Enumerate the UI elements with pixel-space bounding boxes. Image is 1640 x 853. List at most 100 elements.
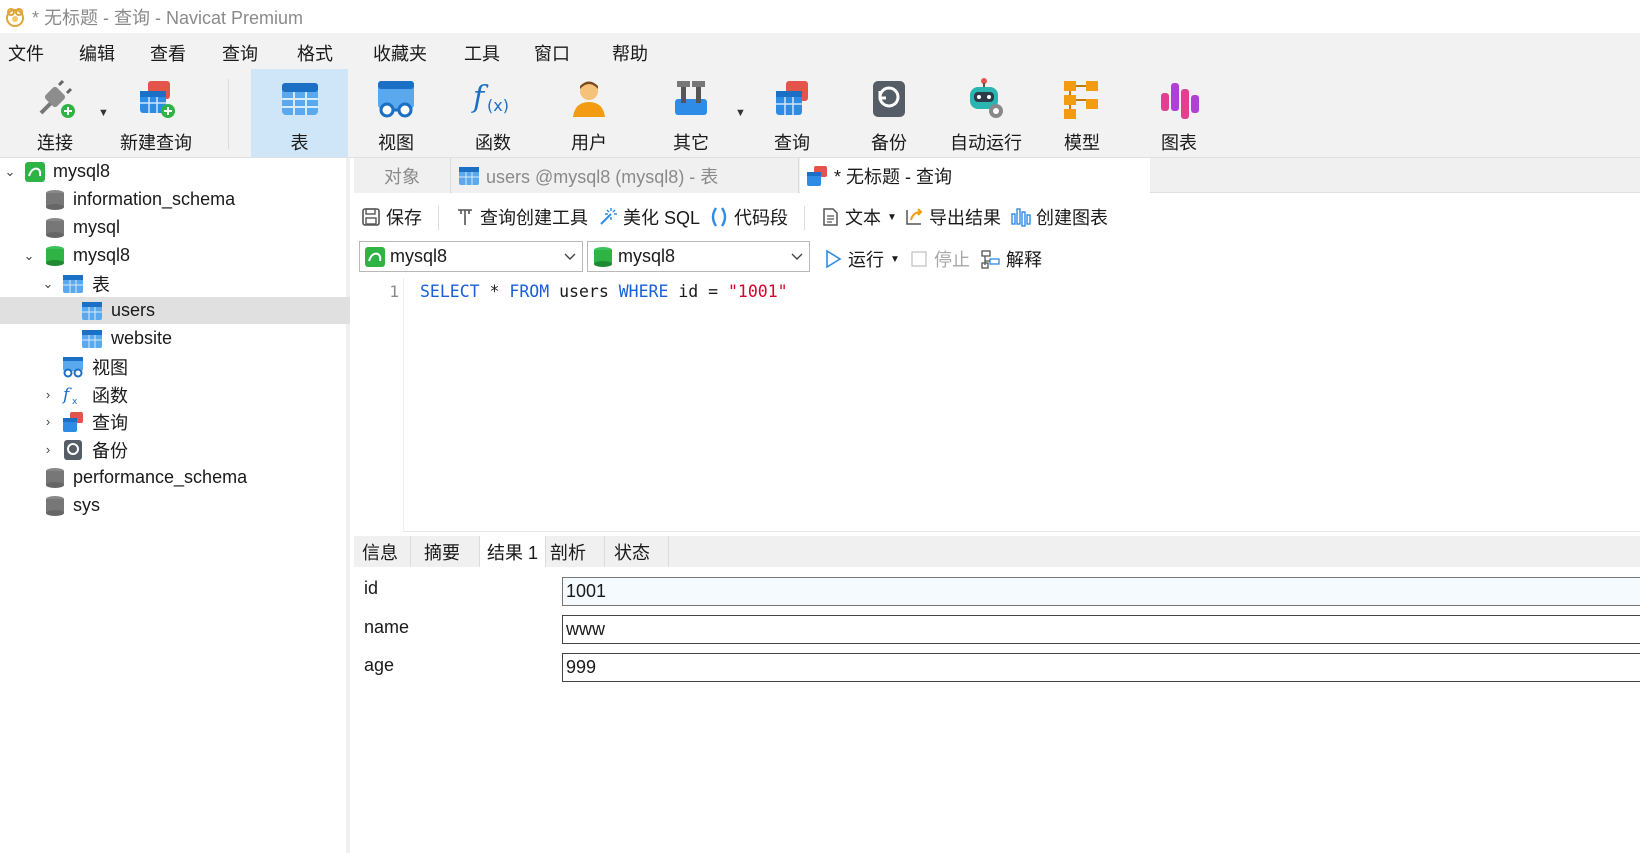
- tree-folder-views[interactable]: 视图: [0, 353, 350, 380]
- view-button[interactable]: 视图: [356, 69, 436, 157]
- tab-profile[interactable]: 剖析: [546, 536, 605, 567]
- menu-window[interactable]: 窗口: [534, 40, 570, 66]
- tab-summary[interactable]: 摘要: [416, 536, 480, 567]
- chevron-down-icon[interactable]: ⌄: [3, 164, 17, 179]
- sql-editor[interactable]: 1 SELECT * FROM users WHERE id = "1001": [354, 278, 1640, 532]
- chart-label: 图表: [1161, 133, 1197, 153]
- code-snippet-label: 代码段: [734, 208, 788, 228]
- tab-info[interactable]: 信息: [354, 536, 411, 567]
- chevron-right-icon[interactable]: ›: [41, 442, 55, 457]
- caret-down-icon[interactable]: ▼: [890, 254, 900, 265]
- tree-label: mysql8: [73, 245, 131, 265]
- tree-label: website: [111, 328, 173, 348]
- tab-untitled-query[interactable]: * 无标题 - 查询: [800, 158, 1150, 193]
- connect-dropdown-icon[interactable]: ▼: [98, 107, 109, 119]
- tree-folder-tables[interactable]: ⌄ 表: [0, 270, 350, 297]
- save-button[interactable]: 保存: [360, 202, 422, 232]
- connection-row: mysql8 mysql8 运行 ▼ 停止 解释: [354, 238, 1640, 278]
- connection-select[interactable]: mysql8: [359, 241, 583, 272]
- sql-token: id =: [668, 282, 728, 301]
- export-results-label: 导出结果: [929, 208, 1001, 228]
- backup-button[interactable]: 备份: [849, 69, 929, 157]
- menu-help[interactable]: 帮助: [612, 40, 648, 66]
- tree-label: 备份: [92, 440, 128, 461]
- chevron-right-icon[interactable]: ›: [41, 414, 55, 429]
- chart-icon: [1010, 206, 1032, 228]
- tab-status[interactable]: 状态: [605, 536, 669, 567]
- tree-table-users[interactable]: users: [0, 297, 350, 324]
- menu-edit[interactable]: 编辑: [79, 40, 115, 66]
- model-icon: [1058, 75, 1106, 123]
- navigation-tree: ⌄ mysql8 information_schema mysql ⌄ mysq…: [0, 158, 350, 853]
- menu-view[interactable]: 查看: [150, 40, 186, 66]
- tools-icon: [667, 75, 715, 123]
- backup-label: 备份: [871, 133, 907, 153]
- line-number: 1: [389, 282, 399, 301]
- tree-db-performance-schema[interactable]: performance_schema: [0, 464, 350, 491]
- chevron-down-icon[interactable]: ⌄: [22, 248, 36, 263]
- stop-button[interactable]: 停止: [908, 244, 970, 274]
- tree-db-information-schema[interactable]: information_schema: [0, 186, 350, 213]
- chart-button[interactable]: 图表: [1139, 69, 1219, 157]
- menu-favorites[interactable]: 收藏夹: [373, 40, 427, 66]
- model-button[interactable]: 模型: [1042, 69, 1122, 157]
- sql-token: *: [479, 282, 510, 301]
- run-button[interactable]: 运行 ▼: [822, 244, 900, 274]
- field-value-age[interactable]: 999: [562, 653, 1640, 682]
- explain-button[interactable]: 解释: [980, 244, 1042, 274]
- connect-button[interactable]: 连接: [20, 69, 90, 157]
- sql-code-line[interactable]: SELECT * FROM users WHERE id = "1001": [420, 282, 788, 301]
- stop-label: 停止: [934, 250, 970, 270]
- menu-tools[interactable]: 工具: [464, 40, 500, 66]
- tree-db-mysql[interactable]: mysql: [0, 214, 350, 241]
- table-button[interactable]: 表: [251, 69, 348, 157]
- new-query-button[interactable]: 新建查询: [116, 69, 196, 157]
- function-icon: f x: [62, 385, 78, 406]
- menu-file[interactable]: 文件: [8, 40, 44, 66]
- query-builder-button[interactable]: 查询创建工具: [454, 202, 588, 232]
- tab-users-table[interactable]: users @mysql8 (mysql8) - 表: [452, 158, 799, 193]
- function-button[interactable]: f (x) 函数: [453, 69, 533, 157]
- create-chart-button[interactable]: 创建图表: [1010, 202, 1108, 232]
- tree-db-mysql8[interactable]: ⌄ mysql8: [0, 242, 350, 269]
- new-query-label: 新建查询: [120, 133, 192, 153]
- table-icon: [82, 329, 102, 348]
- tab-objects[interactable]: 对象: [354, 158, 451, 193]
- menu-query[interactable]: 查询: [222, 40, 258, 66]
- tab-result-1[interactable]: 结果 1: [480, 536, 546, 567]
- save-icon: [360, 206, 382, 228]
- database-select[interactable]: mysql8: [587, 241, 810, 272]
- automation-button[interactable]: 自动运行: [946, 69, 1026, 157]
- result-tabs: 信息 摘要 结果 1 剖析 状态: [354, 536, 1640, 567]
- chevron-down-icon[interactable]: ⌄: [41, 276, 55, 291]
- sql-keyword: FROM: [509, 282, 550, 301]
- sql-keyword: SELECT: [420, 282, 480, 301]
- text-mode-button[interactable]: 文本 ▼: [819, 202, 897, 232]
- tree-db-sys[interactable]: sys: [0, 492, 350, 519]
- beautify-sql-button[interactable]: 美化 SQL: [597, 202, 700, 232]
- tree-label: 查询: [92, 412, 128, 433]
- magic-wand-icon: [597, 206, 619, 228]
- query-button[interactable]: 查询: [752, 69, 832, 157]
- menu-format[interactable]: 格式: [297, 40, 333, 66]
- chevron-right-icon[interactable]: ›: [41, 387, 55, 402]
- database-icon: [46, 467, 64, 488]
- tree-folder-backups[interactable]: › 备份: [0, 436, 350, 463]
- code-snippet-button[interactable]: 代码段: [708, 202, 788, 232]
- document-tabs: 对象 users @mysql8 (mysql8) - 表 * 无标题 - 查询: [354, 158, 1640, 193]
- other-dropdown-icon[interactable]: ▼: [735, 107, 746, 119]
- tab-label: 摘要: [424, 542, 460, 563]
- tree-folder-queries[interactable]: › 查询: [0, 408, 350, 435]
- field-value: 999: [566, 657, 597, 677]
- tree-folder-functions[interactable]: › f x 函数: [0, 381, 350, 408]
- field-value-id[interactable]: 1001: [562, 577, 1640, 606]
- other-button[interactable]: 其它: [651, 69, 731, 157]
- user-button[interactable]: 用户: [549, 69, 629, 157]
- query-icon: [807, 165, 827, 186]
- tree-connection-mysql8[interactable]: ⌄ mysql8: [0, 158, 350, 185]
- export-results-button[interactable]: 导出结果: [903, 202, 1001, 232]
- field-value-name[interactable]: www: [562, 615, 1640, 644]
- tree-table-website[interactable]: website: [0, 325, 350, 352]
- field-label-id: id: [364, 578, 379, 598]
- text-mode-label: 文本: [845, 208, 881, 228]
